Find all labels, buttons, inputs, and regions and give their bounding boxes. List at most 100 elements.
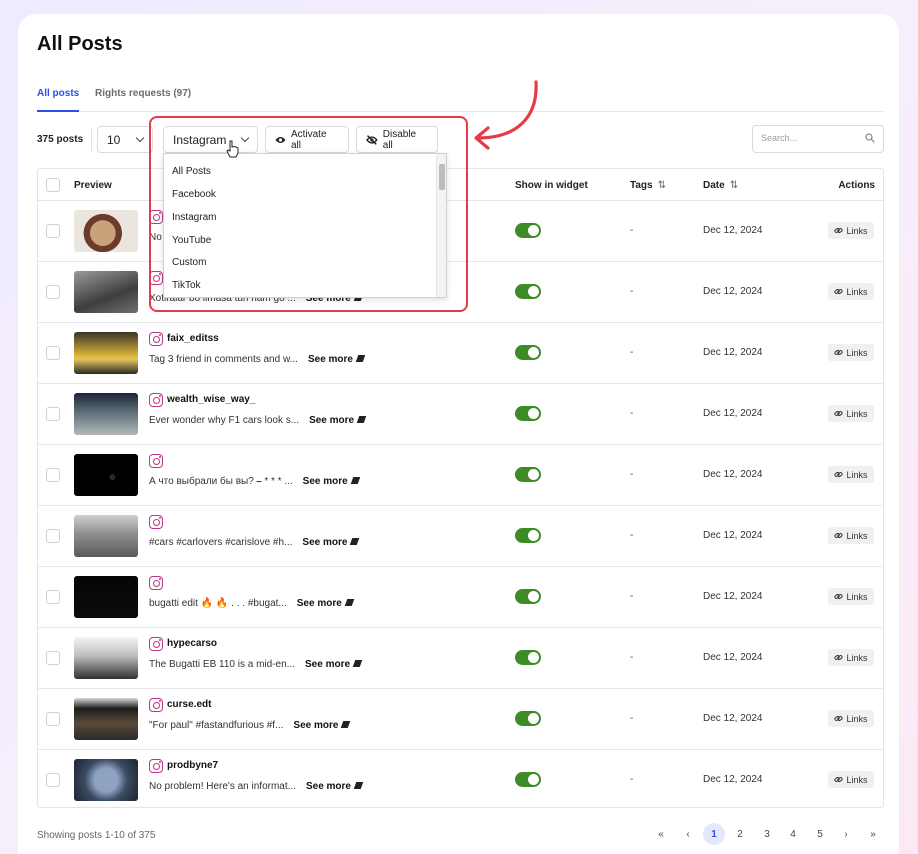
show-in-widget-toggle[interactable] xyxy=(515,772,541,787)
divider xyxy=(91,129,92,151)
links-button[interactable]: Links xyxy=(828,771,874,788)
show-in-widget-toggle[interactable] xyxy=(515,650,541,665)
post-caption-text: Tag 3 friend in comments and w... xyxy=(149,354,298,365)
show-in-widget-toggle[interactable] xyxy=(515,284,541,299)
links-button[interactable]: Links xyxy=(828,466,874,483)
links-button[interactable]: Links xyxy=(828,710,874,727)
show-in-widget-toggle[interactable] xyxy=(515,711,541,726)
row-checkbox[interactable] xyxy=(46,285,60,299)
links-button[interactable]: Links xyxy=(828,222,874,239)
links-button[interactable]: Links xyxy=(828,405,874,422)
see-more-link[interactable]: See more xyxy=(293,720,351,731)
prev-page-button[interactable]: ‹ xyxy=(677,823,699,845)
page-4-button[interactable]: 4 xyxy=(782,823,804,845)
row-checkbox[interactable] xyxy=(46,529,60,543)
select-all-checkbox[interactable] xyxy=(46,178,60,192)
showing-posts-text: Showing posts 1-10 of 375 xyxy=(37,830,156,841)
hand-cursor-icon xyxy=(226,140,239,158)
links-button[interactable]: Links xyxy=(828,588,874,605)
post-preview-image[interactable] xyxy=(74,454,138,496)
see-more-link[interactable]: See more xyxy=(309,415,367,426)
date-cell: Dec 12, 2024 xyxy=(703,225,763,236)
see-more-link[interactable]: See more xyxy=(308,354,366,365)
instagram-icon xyxy=(149,698,163,712)
links-button[interactable]: Links xyxy=(828,649,874,666)
dropdown-option-custom[interactable]: Custom xyxy=(172,257,206,268)
dropdown-option-all-posts[interactable]: All Posts xyxy=(172,166,211,177)
row-checkbox[interactable] xyxy=(46,224,60,238)
links-button[interactable]: Links xyxy=(828,283,874,300)
sort-icon: ⇅ xyxy=(729,180,739,191)
post-preview-image[interactable] xyxy=(74,271,138,313)
post-username[interactable]: hypecarso xyxy=(167,638,217,649)
tab-all-posts[interactable]: All posts xyxy=(37,88,80,112)
dropdown-option-facebook[interactable]: Facebook xyxy=(172,189,216,200)
row-checkbox[interactable] xyxy=(46,407,60,421)
row-checkbox[interactable] xyxy=(46,773,60,787)
post-preview-image[interactable] xyxy=(74,210,138,252)
see-more-link[interactable]: See more xyxy=(305,659,363,670)
row-checkbox[interactable] xyxy=(46,346,60,360)
page-3-button[interactable]: 3 xyxy=(756,823,778,845)
tab-rights-requests[interactable]: Rights requests (97) xyxy=(95,88,191,112)
page-1-button[interactable]: 1 xyxy=(703,823,725,845)
last-page-button[interactable]: » xyxy=(862,823,884,845)
show-in-widget-toggle[interactable] xyxy=(515,406,541,421)
page-5-button[interactable]: 5 xyxy=(809,823,831,845)
first-page-button[interactable]: « xyxy=(650,823,672,845)
post-caption-text: Ever wonder why F1 cars look s... xyxy=(149,415,300,426)
post-preview-image[interactable] xyxy=(74,637,138,679)
see-more-link[interactable]: See more xyxy=(297,598,355,609)
show-in-widget-toggle[interactable] xyxy=(515,589,541,604)
tags-cell: - xyxy=(630,652,634,663)
see-more-link[interactable]: See more xyxy=(303,476,360,487)
header-tags[interactable]: Tags ⇅ xyxy=(630,180,666,191)
dropdown-option-youtube[interactable]: YouTube xyxy=(172,235,211,246)
see-more-link[interactable]: See more xyxy=(306,781,364,792)
search-icon[interactable] xyxy=(865,133,875,143)
search-input[interactable] xyxy=(761,133,861,143)
dropdown-option-tiktok[interactable]: TikTok xyxy=(172,280,201,291)
post-username[interactable]: curse.edt xyxy=(167,699,211,710)
show-in-widget-toggle[interactable] xyxy=(515,223,541,238)
page-2-button[interactable]: 2 xyxy=(729,823,751,845)
header-date[interactable]: Date ⇅ xyxy=(703,180,738,191)
source-filter-select[interactable]: Instagram xyxy=(163,126,258,153)
row-checkbox[interactable] xyxy=(46,651,60,665)
eye-off-icon xyxy=(366,134,378,145)
post-username[interactable]: prodbyne7 xyxy=(167,760,218,771)
show-in-widget-toggle[interactable] xyxy=(515,345,541,360)
post-preview-image[interactable] xyxy=(74,759,138,801)
links-label: Links xyxy=(846,347,868,358)
per-page-value: 10 xyxy=(107,132,121,147)
post-username[interactable]: wealth_wise_way_ xyxy=(167,394,255,405)
links-button[interactable]: Links xyxy=(828,344,874,361)
disable-all-button[interactable]: Disable all xyxy=(356,126,438,153)
row-checkbox[interactable] xyxy=(46,468,60,482)
post-preview-image[interactable] xyxy=(74,576,138,618)
post-preview-image[interactable] xyxy=(74,393,138,435)
post-preview-image[interactable] xyxy=(74,332,138,374)
header-actions: Actions xyxy=(838,180,875,191)
show-in-widget-toggle[interactable] xyxy=(515,528,541,543)
see-more-label: See more xyxy=(309,415,355,426)
post-caption: bugatti edit 🔥 🔥 . . . #bugat... See more xyxy=(149,598,355,609)
post-caption: The Bugatti EB 110 is a mid-en... See mor… xyxy=(149,659,363,670)
post-preview-image[interactable] xyxy=(74,698,138,740)
date-cell: Dec 12, 2024 xyxy=(703,286,763,297)
post-username[interactable]: faix_editss xyxy=(167,333,219,344)
dropdown-scrollbar[interactable] xyxy=(436,154,446,297)
links-button[interactable]: Links xyxy=(828,527,874,544)
dropdown-option-instagram[interactable]: Instagram xyxy=(172,212,216,223)
post-caption: #cars #carlovers #carislove #h... See mor… xyxy=(149,537,360,548)
show-in-widget-toggle[interactable] xyxy=(515,467,541,482)
instagram-icon xyxy=(149,515,163,529)
scrollbar-thumb[interactable] xyxy=(439,164,445,190)
row-checkbox[interactable] xyxy=(46,590,60,604)
next-page-button[interactable]: › xyxy=(835,823,857,845)
row-checkbox[interactable] xyxy=(46,712,60,726)
per-page-select[interactable]: 10 xyxy=(97,126,153,153)
post-preview-image[interactable] xyxy=(74,515,138,557)
see-more-link[interactable]: See more xyxy=(302,537,360,548)
activate-all-button[interactable]: Activate all xyxy=(265,126,349,153)
